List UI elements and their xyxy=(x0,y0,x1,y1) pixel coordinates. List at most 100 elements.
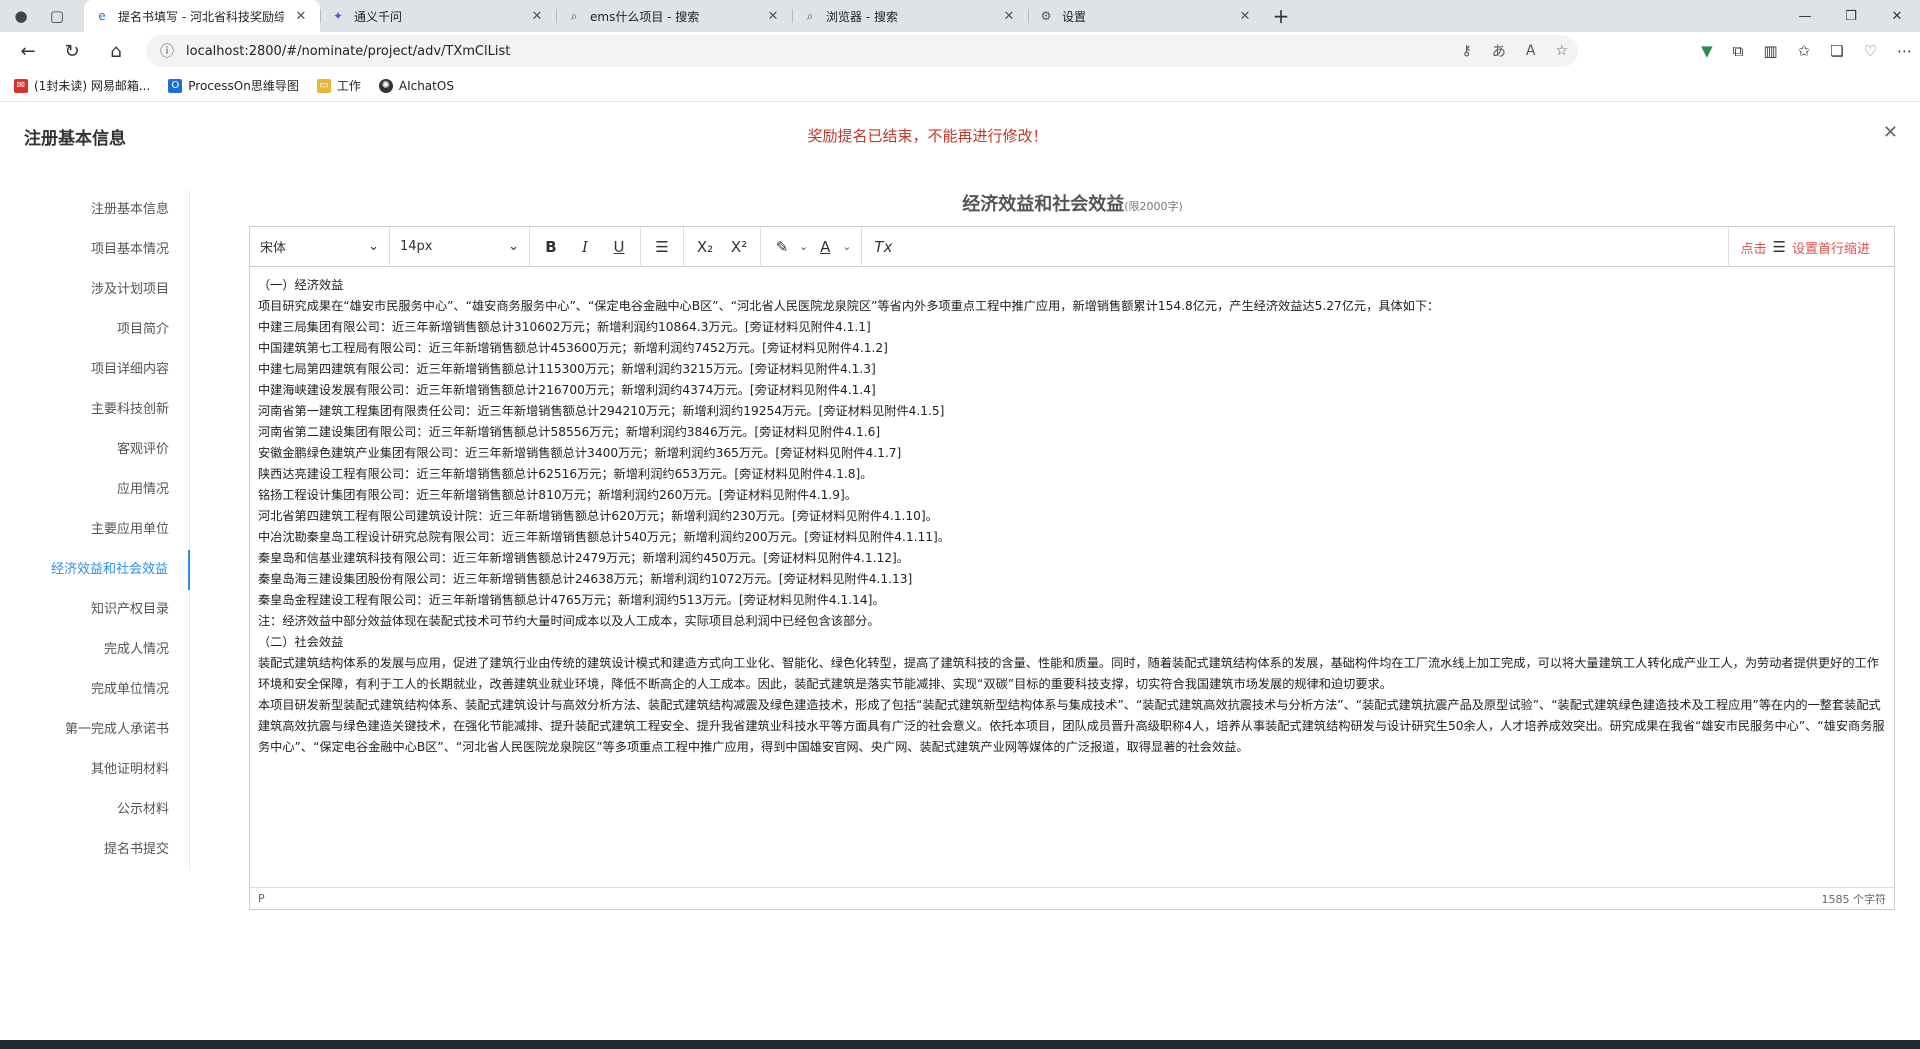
tab-2[interactable]: ⌕ ems什么项目 - 搜索 ✕ xyxy=(556,0,792,32)
section-limit: (限2000字) xyxy=(1124,200,1183,213)
close-tab-icon[interactable]: ✕ xyxy=(528,9,546,24)
chevron-down-icon[interactable]: ⌄ xyxy=(842,240,857,253)
minimize-icon[interactable]: — xyxy=(1782,0,1828,32)
section-title: 经济效益和社会效益 xyxy=(962,194,1125,215)
refresh-icon[interactable]: ↻ xyxy=(50,32,94,70)
editor-paragraph: 河南省第一建筑工程集团有限责任公司：近三年新增销售额总计294210万元；新增利… xyxy=(258,404,945,418)
nav-item-1[interactable]: 项目基本情况 xyxy=(0,230,189,270)
first-line-indent-button[interactable]: 点击 ☰ 设置首行缩进 xyxy=(1727,227,1894,267)
browser-essentials-icon[interactable]: ♡ xyxy=(1864,42,1877,60)
nav-item-6[interactable]: 客观评价 xyxy=(0,430,189,470)
favorites-icon[interactable]: ✩ xyxy=(1798,42,1811,60)
url-text[interactable]: localhost:2800/#/nominate/project/adv/TX… xyxy=(186,44,510,59)
nav-item-8[interactable]: 主要应用单位 xyxy=(0,510,189,550)
section-heading: 经济效益和社会效益(限2000字) xyxy=(250,190,1895,216)
bookmark-processon[interactable]: O ProcessOn思维导图 xyxy=(168,77,299,94)
address-bar-actions: ⚷ あ A ☆ xyxy=(1462,35,1568,67)
window-controls: — ❐ ✕ xyxy=(1782,0,1920,32)
netease-mail-icon: ✉ xyxy=(14,78,28,93)
restore-icon[interactable]: ❐ xyxy=(1828,0,1874,32)
indent-icon: ☰ xyxy=(1772,238,1786,256)
close-icon[interactable]: ✕ xyxy=(1883,122,1898,143)
processon-icon: O xyxy=(168,78,183,93)
rich-text-editor: 宋体 ⌄ 14px ⌄ B I U ☰ X₂ X² ✎ ⌄ A ⌄ Tx 点击 … xyxy=(249,226,1895,910)
nav-item-9[interactable]: 经济效益和社会效益 xyxy=(0,550,190,590)
editor-paragraph: 中建七局第四建筑有限公司：近三年新增销售额总计115300万元；新增利润约321… xyxy=(258,362,876,376)
superscript-icon[interactable]: X² xyxy=(722,227,756,267)
home-icon[interactable]: ⌂ xyxy=(94,32,138,70)
extensions-icon[interactable]: ⧉ xyxy=(1733,42,1744,60)
editor-paragraph: （一）经济效益 xyxy=(258,278,344,292)
font-size-value: 14px xyxy=(400,239,433,254)
translate-icon[interactable]: あ xyxy=(1492,41,1506,61)
key-icon[interactable]: ⚷ xyxy=(1462,43,1472,59)
nav-item-13[interactable]: 第一完成人承诺书 xyxy=(0,710,189,750)
nav-item-4[interactable]: 项目详细内容 xyxy=(0,350,189,390)
nav-item-11[interactable]: 完成人情况 xyxy=(0,630,189,670)
editor-paragraph: 本项目研发新型装配式建筑结构体系、装配式建筑设计与高效分析方法、装配式建筑结构减… xyxy=(258,698,1885,754)
subscript-icon[interactable]: X₂ xyxy=(688,227,722,267)
collections-icon[interactable]: ❏ xyxy=(1830,42,1843,60)
ie-icon: e xyxy=(98,9,106,23)
line-height-icon[interactable]: ☰ xyxy=(645,227,679,267)
bold-icon[interactable]: B xyxy=(534,227,568,267)
nav-item-16[interactable]: 提名书提交 xyxy=(0,830,189,870)
bookmark-netease-mail[interactable]: ✉ (1封未读) 网易邮箱... xyxy=(14,77,150,94)
page-content: 注册基本信息 奖励提名已结束，不能再进行修改！ ✕ 注册基本信息 项目基本情况 涉及… xyxy=(0,102,1920,1040)
back-arrow-icon[interactable]: ← xyxy=(6,32,50,70)
vue-devtools-icon[interactable]: ▼ xyxy=(1701,42,1713,60)
tab-1[interactable]: ✦ 通义千问 ✕ xyxy=(320,0,556,32)
bookmark-aichatos[interactable]: ✺ AIchatOS xyxy=(378,78,454,93)
bookmark-folder-work[interactable]: ▭ 工作 xyxy=(316,77,361,94)
clear-format-icon[interactable]: Tx xyxy=(866,227,900,267)
nav-item-14[interactable]: 其他证明材料 xyxy=(0,750,189,790)
search-icon: ⌕ xyxy=(570,8,578,23)
nav-item-2[interactable]: 涉及计划项目 xyxy=(0,270,189,310)
close-tab-icon[interactable]: ✕ xyxy=(1000,9,1018,24)
font-color-icon[interactable]: A xyxy=(808,227,842,267)
script-group: X₂ X² xyxy=(684,226,761,267)
section-nav: 注册基本信息 项目基本情况 涉及计划项目 项目简介 项目详细内容 主要科技创新 客观评价 应用… xyxy=(0,190,190,870)
address-bar[interactable]: ⓘ localhost:2800/#/nominate/project/adv/… xyxy=(146,35,1578,67)
nav-item-7[interactable]: 应用情况 xyxy=(0,470,189,510)
italic-icon[interactable]: I xyxy=(568,227,602,267)
nav-item-10[interactable]: 知识产权目录 xyxy=(0,590,189,630)
tab-4[interactable]: ⚙ 设置 ✕ xyxy=(1028,0,1264,32)
nav-item-5[interactable]: 主要科技创新 xyxy=(0,390,189,430)
editor-toolbar: 宋体 ⌄ 14px ⌄ B I U ☰ X₂ X² ✎ ⌄ A ⌄ Tx 点击 … xyxy=(250,226,1894,267)
close-window-icon[interactable]: ✕ xyxy=(1874,0,1920,32)
new-tab-button[interactable]: + xyxy=(1264,0,1298,32)
more-menu-icon[interactable]: ⋯ xyxy=(1897,42,1912,60)
site-info-icon[interactable]: ⓘ xyxy=(160,41,174,61)
close-tab-icon[interactable]: ✕ xyxy=(764,9,782,24)
tab-actions-icon[interactable]: ▢ xyxy=(44,4,70,28)
favorite-star-icon[interactable]: ☆ xyxy=(1555,43,1568,59)
highlight-color-icon[interactable]: ✎ xyxy=(765,227,799,267)
read-aloud-icon[interactable]: A xyxy=(1526,43,1536,59)
editor-content[interactable]: （一）经济效益 项目研究成果在“雄安市民服务中心”、“雄安商务服务中心”、“保定电… xyxy=(250,267,1894,887)
nav-item-0[interactable]: 注册基本信息 xyxy=(0,190,189,230)
tab-bar-leading: ● ▢ xyxy=(0,0,84,32)
editor-paragraph: 中国建筑第七工程局有限公司：近三年新增销售额总计453600万元；新增利润约74… xyxy=(258,341,888,355)
element-path: P xyxy=(258,892,265,905)
chevron-down-icon: ⌄ xyxy=(368,239,379,254)
editor-paragraph: （二）社会效益 xyxy=(258,635,344,649)
editor-paragraph: 中建海峡建设发展有限公司：近三年新增销售额总计216700万元；新增利润约437… xyxy=(258,383,876,397)
close-tab-icon[interactable]: ✕ xyxy=(292,9,310,24)
font-size-select[interactable]: 14px ⌄ xyxy=(390,226,530,267)
font-family-select[interactable]: 宋体 ⌄ xyxy=(250,226,390,267)
underline-icon[interactable]: U xyxy=(602,227,636,267)
nav-item-15[interactable]: 公示材料 xyxy=(0,790,189,830)
nav-item-3[interactable]: 项目简介 xyxy=(0,310,189,350)
chevron-down-icon[interactable]: ⌄ xyxy=(799,240,808,253)
chevron-down-icon: ⌄ xyxy=(508,239,519,254)
os-taskbar xyxy=(0,1040,1920,1049)
tab-3[interactable]: ⌕ 浏览器 - 搜索 ✕ xyxy=(792,0,1028,32)
nav-item-12[interactable]: 完成单位情况 xyxy=(0,670,189,710)
editor-paragraph: 安徽金鹏绿色建筑产业集团有限公司：近三年新增销售额总计3400万元；新增利润约3… xyxy=(258,446,902,460)
tab-0[interactable]: e 提名书填写 - 河北省科技奖励综合 ✕ xyxy=(84,0,320,32)
split-screen-icon[interactable]: ▥ xyxy=(1763,42,1777,60)
close-tab-icon[interactable]: ✕ xyxy=(1236,9,1254,24)
gear-icon: ⚙ xyxy=(1040,9,1052,23)
profile-avatar-icon[interactable]: ● xyxy=(8,4,34,28)
